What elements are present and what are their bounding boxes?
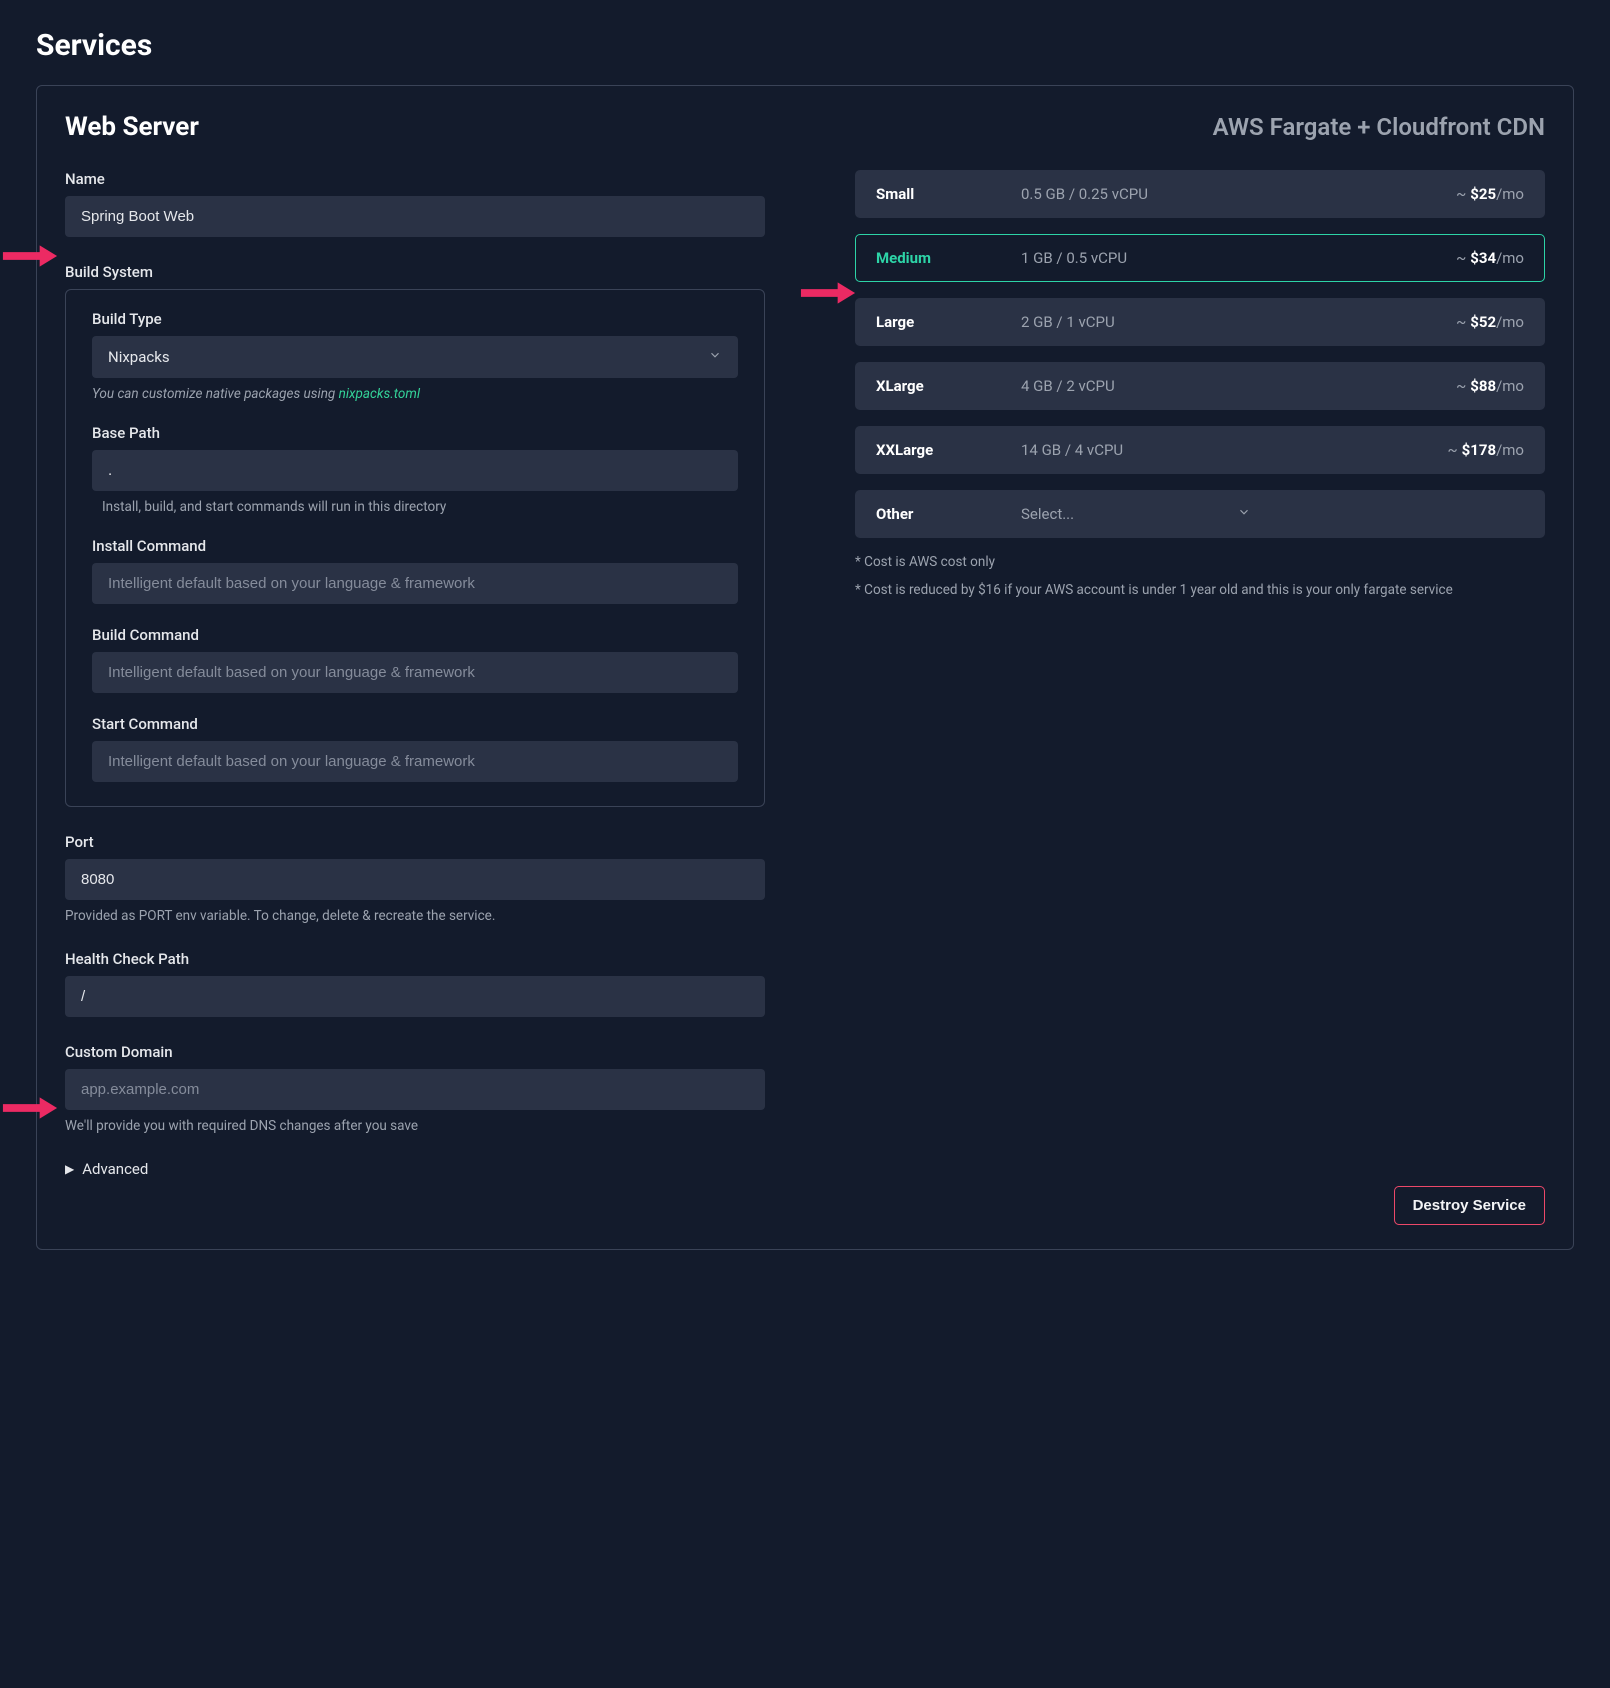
name-input[interactable] [65,196,765,237]
chevron-down-icon [1237,505,1251,523]
health-label: Health Check Path [65,950,765,968]
port-input[interactable] [65,859,765,900]
base-path-help: Install, build, and start commands will … [92,499,738,515]
size-price: ~$88/mo [1456,377,1524,395]
domain-label: Custom Domain [65,1043,765,1061]
size-price: ~$34/mo [1456,249,1524,267]
base-path-label: Base Path [92,424,738,442]
domain-input[interactable] [65,1069,765,1110]
cost-note: * Cost is reduced by $16 if your AWS acc… [855,580,1545,600]
health-input[interactable] [65,976,765,1017]
build-type-label: Build Type [92,310,738,328]
build-cmd-label: Build Command [92,626,738,644]
nixpacks-link[interactable]: nixpacks.toml [339,386,420,402]
service-panel: Web Server AWS Fargate + Cloudfront CDN … [36,85,1574,1250]
panel-provider: AWS Fargate + Cloudfront CDN [1213,113,1545,141]
cost-note: * Cost is AWS cost only [855,552,1545,572]
build-type-help: You can customize native packages using … [92,386,738,402]
port-label: Port [65,833,765,851]
size-spec: 14 GB / 4 vCPU [1021,441,1447,459]
page-title: Services [36,28,1574,63]
size-option-medium[interactable]: Medium1 GB / 0.5 vCPU~$34/mo [855,234,1545,282]
size-name: XLarge [876,377,1021,395]
build-type-select[interactable]: Nixpacks [92,336,738,378]
arrow-annotation-icon [1,242,59,270]
size-option-small[interactable]: Small0.5 GB / 0.25 vCPU~$25/mo [855,170,1545,218]
size-price: ~$25/mo [1456,185,1524,203]
arrow-annotation-icon [1,1094,59,1122]
size-spec: 1 GB / 0.5 vCPU [1021,249,1456,267]
size-price: ~$52/mo [1456,313,1524,331]
other-label: Other [876,505,1021,523]
build-system-label: Build System [65,263,765,281]
install-cmd-label: Install Command [92,537,738,555]
disclosure-triangle-icon: ▶ [65,1162,74,1176]
size-spec: 4 GB / 2 vCPU [1021,377,1456,395]
domain-help: We'll provide you with required DNS chan… [65,1118,765,1134]
base-path-input[interactable] [92,450,738,491]
port-help: Provided as PORT env variable. To change… [65,908,765,924]
size-spec: 2 GB / 1 vCPU [1021,313,1456,331]
build-cmd-input[interactable] [92,652,738,693]
destroy-service-button[interactable]: Destroy Service [1394,1186,1545,1225]
start-cmd-label: Start Command [92,715,738,733]
size-name: Medium [876,249,1021,267]
panel-title: Web Server [65,112,199,142]
build-system-group: Build Type Nixpacks You can customize na… [65,289,765,807]
start-cmd-input[interactable] [92,741,738,782]
size-spec: 0.5 GB / 0.25 vCPU [1021,185,1456,203]
size-name: Large [876,313,1021,331]
name-label: Name [65,170,765,188]
size-price: ~$178/mo [1447,441,1524,459]
size-option-other[interactable]: Other Select... [855,490,1545,538]
size-option-large[interactable]: Large2 GB / 1 vCPU~$52/mo [855,298,1545,346]
other-size-select[interactable]: Select... [1021,505,1251,523]
advanced-label: Advanced [82,1160,148,1178]
size-option-xlarge[interactable]: XLarge4 GB / 2 vCPU~$88/mo [855,362,1545,410]
advanced-toggle[interactable]: ▶ Advanced [65,1160,765,1178]
size-option-xxlarge[interactable]: XXLarge14 GB / 4 vCPU~$178/mo [855,426,1545,474]
install-cmd-input[interactable] [92,563,738,604]
size-name: Small [876,185,1021,203]
size-name: XXLarge [876,441,1021,459]
